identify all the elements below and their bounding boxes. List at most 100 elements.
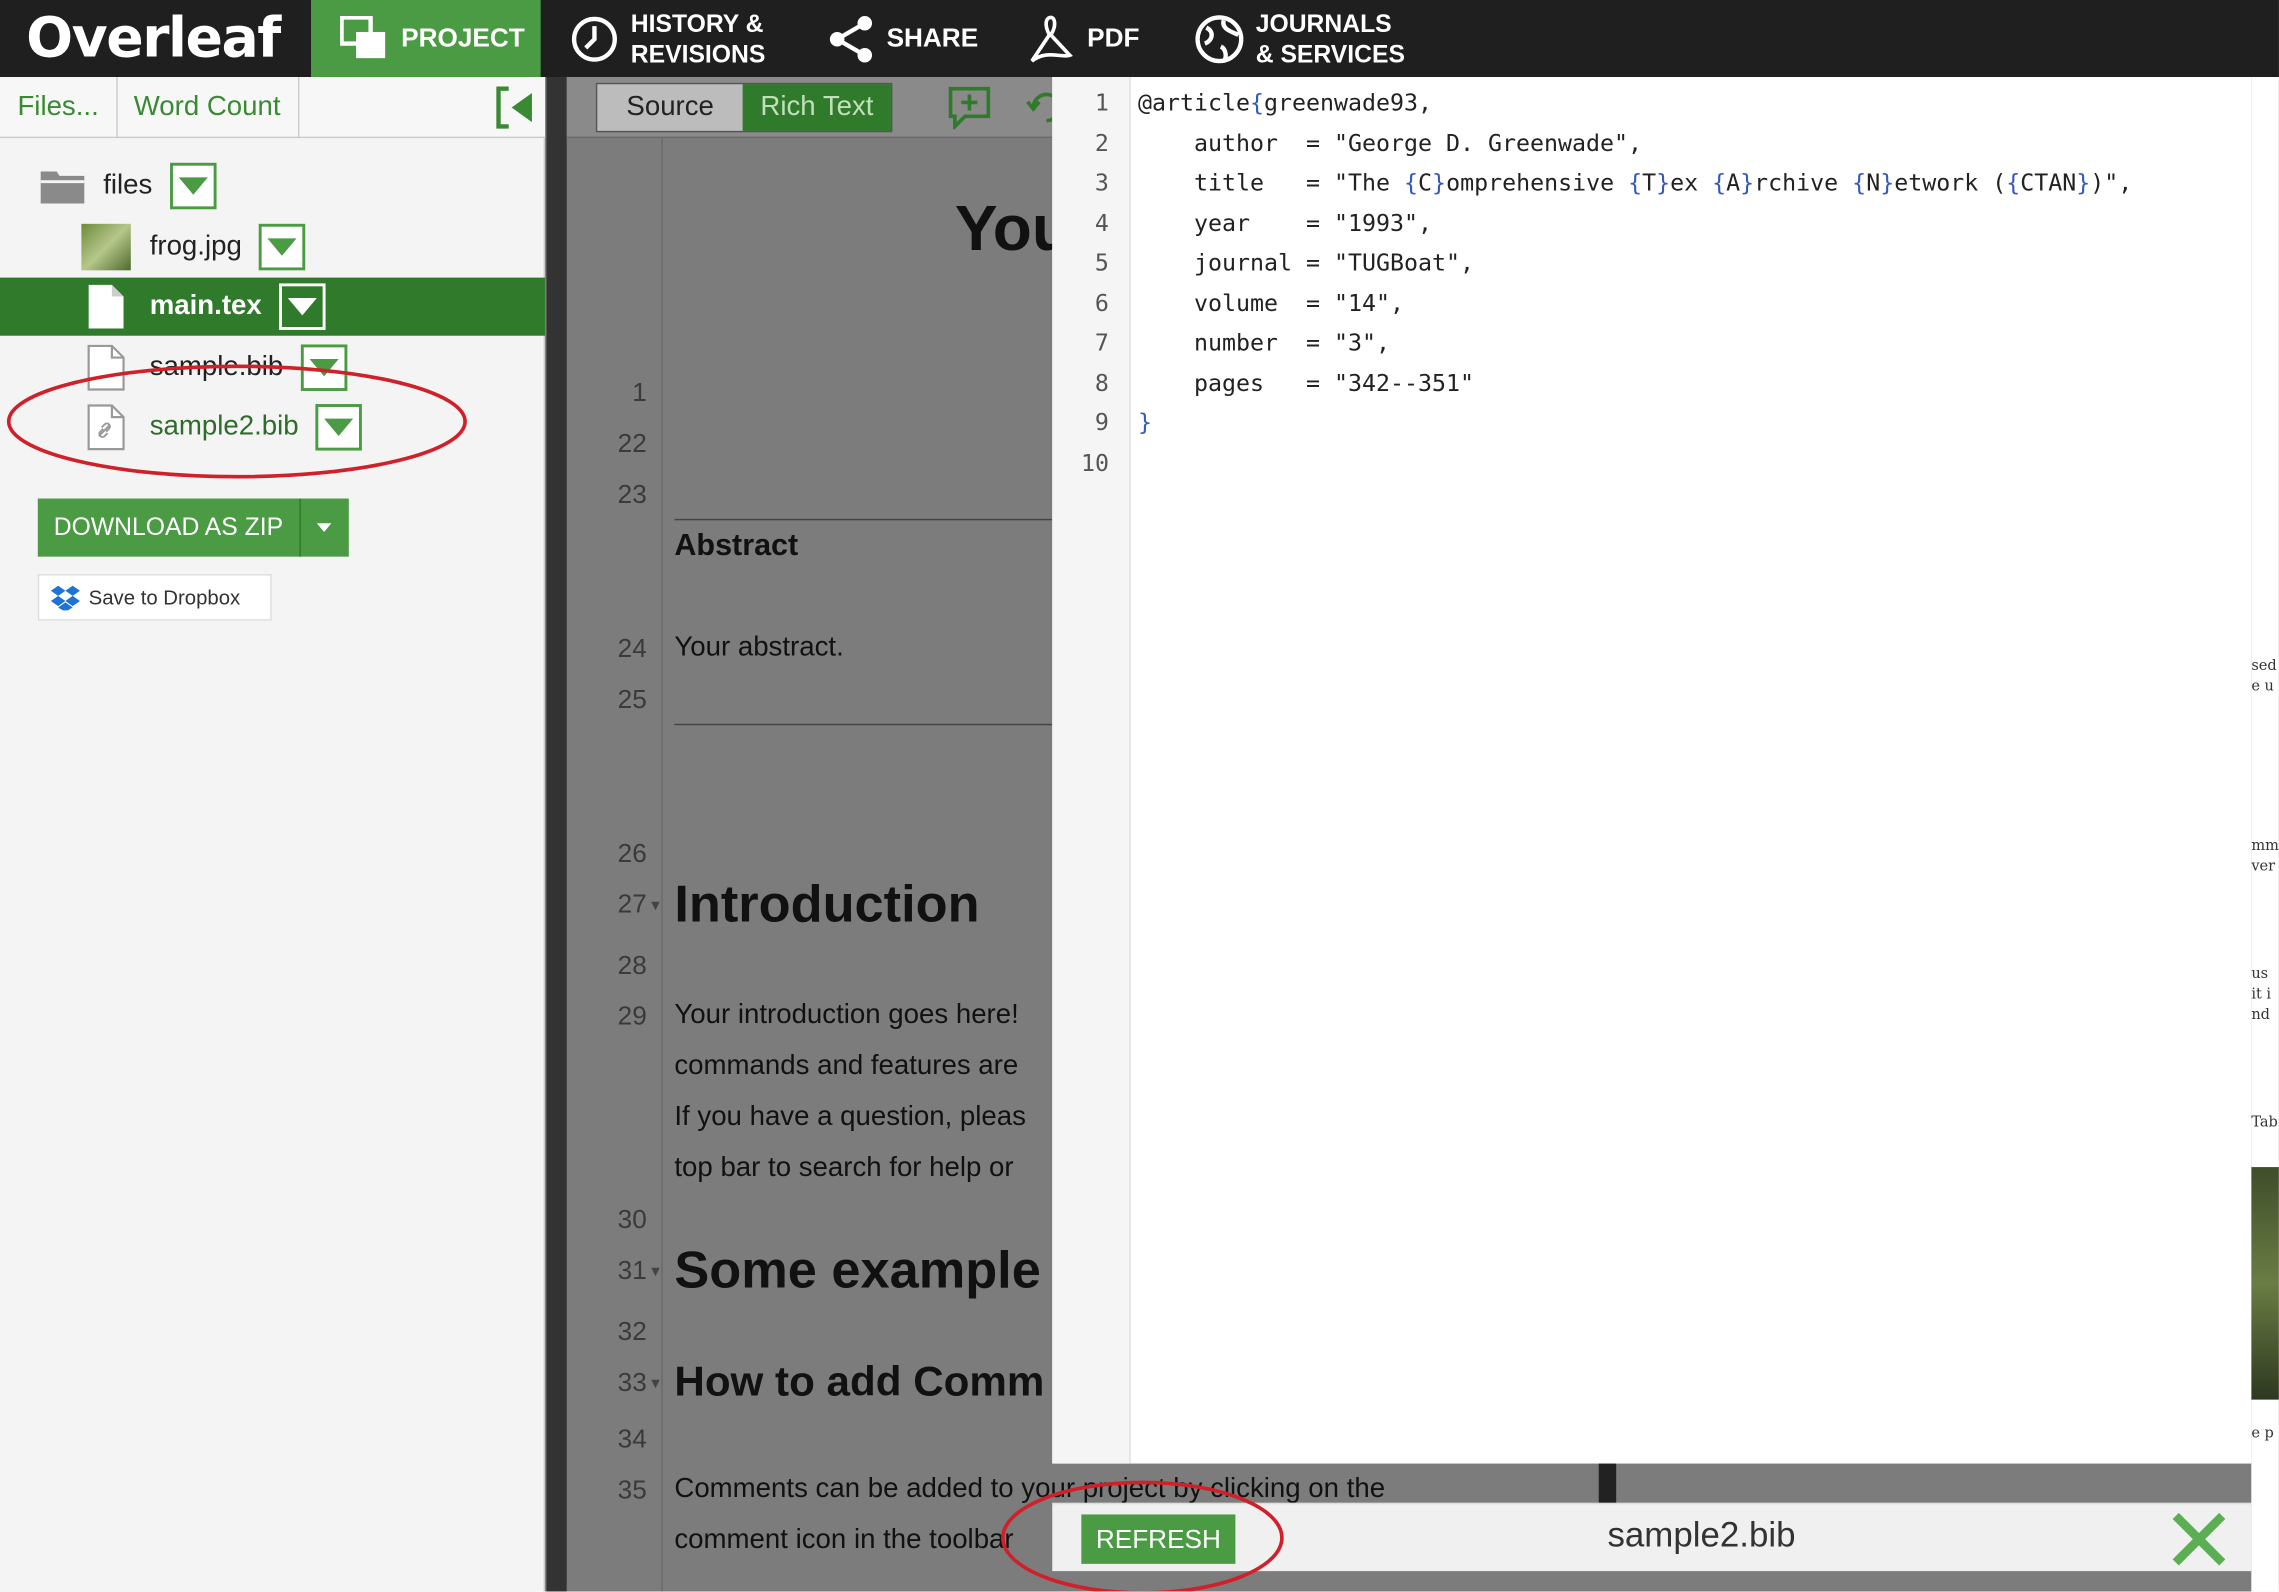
fold-arrow-icon[interactable]: ▼: [648, 898, 662, 914]
pdf-text-fragment: ver: [2251, 858, 2276, 875]
section-heading: Introduction: [674, 873, 980, 934]
folder-name: files: [103, 170, 153, 201]
abstract-rule-top: [674, 518, 1053, 521]
line-number: 4: [1094, 209, 1109, 237]
line-number: 24: [617, 633, 647, 663]
file-row-main-tex[interactable]: main.tex: [0, 277, 546, 336]
preview-gutter: 1 2 3 4 5 6 7 8 9 10: [1052, 77, 1131, 1464]
linked-file-preview: 1 2 3 4 5 6 7 8 9 10 @article{greenwade9…: [1052, 77, 2252, 1464]
track-changes-icon[interactable]: [1026, 87, 1053, 131]
chevron-down-icon[interactable]: [300, 499, 348, 557]
pdf-text-fragment: e p: [2251, 1425, 2274, 1442]
rich-text-mode-button[interactable]: Rich Text: [742, 84, 891, 131]
file-row-sample2-bib[interactable]: sample2.bib: [0, 398, 545, 456]
line-number: 2: [1094, 129, 1109, 157]
line-number: 34: [617, 1424, 647, 1454]
pdf-icon: [1030, 14, 1073, 62]
pdf-text-fragment: sed: [2251, 658, 2277, 675]
close-icon[interactable]: [2170, 1510, 2228, 1568]
line-number: 3: [1094, 168, 1109, 197]
source-mode-button[interactable]: Source: [597, 84, 743, 131]
section-heading: Some example: [674, 1239, 1041, 1300]
save-to-dropbox-button[interactable]: Save to Dropbox: [37, 574, 272, 621]
subsection-heading: How to add Comm: [674, 1358, 1045, 1406]
document-icon: [88, 284, 124, 329]
code-line: }: [1138, 408, 1153, 437]
image-thumbnail-icon: [81, 223, 131, 271]
pdf-scrollbar[interactable]: [1598, 1463, 1617, 1505]
linked-file-name: sample2.bib: [1607, 1515, 1796, 1556]
abstract-heading: Abstract: [674, 529, 799, 563]
line-number: 8: [1094, 369, 1109, 397]
nav-share-button[interactable]: SHARE: [828, 0, 978, 77]
file-row-sample-bib[interactable]: sample.bib: [0, 339, 545, 397]
nav-pdf-label: PDF: [1087, 23, 1140, 53]
paragraph-line: Comments can be added to your project by…: [674, 1473, 1386, 1505]
files-tab[interactable]: Files...: [0, 77, 118, 139]
code-line: title = "The {C}omprehensive {T}ex {A}rc…: [1138, 168, 2133, 197]
collapse-sidebar-icon[interactable]: [494, 86, 538, 130]
abstract-text: Your abstract.: [674, 632, 844, 663]
nav-project-label: PROJECT: [401, 23, 525, 53]
sidebar-tabs: Files... Word Count: [0, 77, 546, 139]
pdf-text-fragment: Tab: [2251, 1114, 2278, 1131]
nav-journals-button[interactable]: JOURNALS & SERVICES: [1195, 0, 1405, 77]
nav-history-button[interactable]: HISTORY & REVISIONS: [570, 0, 766, 77]
line-number: 22: [617, 428, 647, 458]
overleaf-window: Overleaf PROJECT HISTORY & REVISIONS SHA…: [0, 0, 2279, 1592]
line-number: 6: [1094, 289, 1109, 317]
line-number: 10: [1080, 449, 1109, 477]
share-icon: [829, 15, 873, 62]
rich-text-editor: Source Rich Text 1 22 23 24 25 26 27 28 …: [566, 77, 1385, 1592]
pdf-frog-image: [2251, 1167, 2279, 1400]
code-line: journal = "TUGBoat",: [1138, 248, 1475, 277]
paragraph-line: top bar to search for help or: [674, 1152, 1014, 1184]
file-name: main.tex: [149, 290, 262, 322]
file-sidebar: Files... Word Count files frog.jpg main.…: [0, 77, 546, 1592]
add-comment-icon[interactable]: [948, 86, 992, 131]
linked-file-icon: [87, 404, 125, 451]
line-number: 5: [1094, 248, 1109, 277]
pdf-preview-edge: sed e u mm ver us it i nd Tab e p: [2251, 77, 2279, 1592]
folder-menu-dropdown[interactable]: [169, 162, 217, 210]
nav-history-label-1: HISTORY &: [630, 9, 764, 38]
dropbox-icon: [50, 585, 80, 611]
nav-journals-label-1: JOURNALS: [1255, 9, 1392, 38]
file-menu-dropdown[interactable]: [259, 223, 306, 271]
editor-mode-toggle: Source Rich Text: [595, 82, 893, 133]
pdf-text-fragment: mm: [2251, 838, 2279, 855]
nav-project-button[interactable]: PROJECT: [311, 0, 541, 78]
file-row-frog[interactable]: frog.jpg: [0, 218, 545, 276]
abstract-rule-bottom: [674, 723, 1053, 726]
folder-files-row[interactable]: files: [0, 157, 545, 215]
line-number: 26: [617, 838, 647, 868]
line-number: 27: [617, 889, 647, 919]
pdf-text-fragment: e u: [2251, 678, 2274, 695]
editor-toolbar: Source Rich Text: [566, 77, 1053, 139]
paragraph-line: Your introduction goes here!: [674, 999, 1019, 1031]
file-name: sample2.bib: [149, 411, 299, 442]
globe-icon: [1195, 14, 1244, 63]
refresh-button[interactable]: REFRESH: [1081, 1514, 1236, 1564]
fold-arrow-icon[interactable]: ▼: [648, 1376, 662, 1392]
line-number: 30: [617, 1204, 647, 1234]
editor-gutter: 1 22 23 24 25 26 27 28 29 30 31 32 33 34…: [567, 138, 663, 1592]
line-number: 9: [1094, 408, 1109, 437]
code-line: @article{greenwade93,: [1138, 88, 1433, 117]
folder-icon: [40, 171, 85, 204]
overleaf-logo[interactable]: Overleaf: [26, 6, 281, 70]
file-menu-dropdown[interactable]: [279, 283, 326, 330]
word-count-tab[interactable]: Word Count: [116, 77, 300, 139]
nav-pdf-button[interactable]: PDF: [1026, 0, 1139, 77]
code-line: year = "1993",: [1138, 209, 1433, 237]
pane-divider[interactable]: [546, 77, 567, 1592]
file-menu-dropdown[interactable]: [300, 344, 348, 391]
fold-arrow-icon[interactable]: ▼: [648, 1264, 662, 1280]
download-zip-label: DOWNLOAD AS ZIP: [38, 498, 301, 557]
top-toolbar: Overleaf PROJECT HISTORY & REVISIONS SHA…: [0, 0, 2279, 78]
line-number: 28: [617, 950, 647, 980]
nav-history-label-2: REVISIONS: [630, 39, 766, 68]
download-zip-button[interactable]: DOWNLOAD AS ZIP: [37, 498, 349, 557]
line-number: 25: [617, 684, 647, 714]
file-menu-dropdown[interactable]: [316, 404, 363, 451]
